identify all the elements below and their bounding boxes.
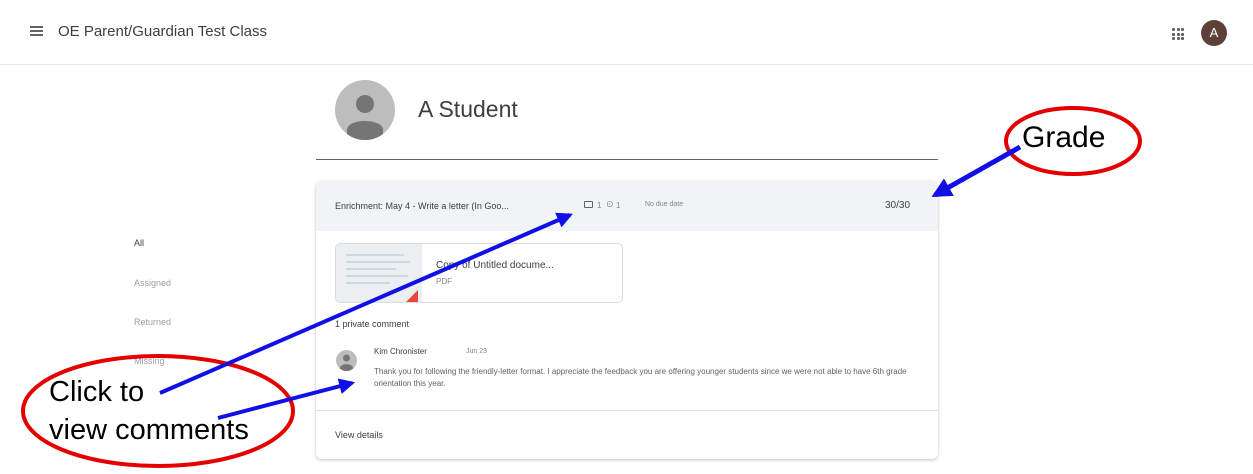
attachment-title: Copy of Untitled docume...	[436, 260, 554, 271]
apps-grid-icon[interactable]	[1172, 28, 1184, 40]
person-icon	[340, 354, 353, 371]
class-title[interactable]: OE Parent/Guardian Test Class	[58, 23, 267, 40]
comment-count: 1	[597, 201, 602, 210]
attachment-count: 1	[616, 201, 621, 210]
due-date: No due date	[645, 201, 684, 208]
sidebar-item-returned[interactable]: Returned	[134, 317, 171, 327]
comment-author: Kim Chronister	[374, 347, 427, 356]
hamburger-menu-icon[interactable]	[30, 26, 43, 36]
grade-value: 30/30	[885, 200, 911, 211]
divider	[316, 159, 938, 160]
attachment-type: PDF	[436, 277, 452, 286]
arrow-to-grade	[931, 144, 1022, 198]
view-details-link[interactable]: View details	[335, 430, 383, 440]
grade-annotation-label: Grade	[1022, 121, 1106, 154]
comment-date: Jun 23	[466, 348, 488, 355]
comments-annotation-line2: view comments	[49, 414, 249, 446]
attachment-icon: ⊙	[606, 199, 614, 209]
top-app-bar: OE Parent/Guardian Test Class A	[0, 0, 1253, 65]
person-icon	[347, 95, 383, 140]
attachment-card[interactable]: Copy of Untitled docume... PDF	[335, 243, 623, 303]
commenter-avatar	[336, 350, 357, 371]
divider	[316, 410, 938, 411]
comment-text: Thank you for following the friendly-let…	[374, 367, 907, 388]
comment-icon[interactable]	[584, 201, 593, 208]
pdf-icon	[406, 290, 418, 302]
attachment-thumbnail	[336, 244, 422, 302]
account-avatar[interactable]: A	[1201, 20, 1227, 46]
assignment-card: Enrichment: May 4 - Write a letter (In G…	[316, 181, 938, 459]
student-name: A Student	[418, 96, 518, 122]
sidebar-item-assigned[interactable]: Assigned	[134, 278, 171, 288]
comments-annotation-line1: Click to	[49, 376, 145, 408]
private-comments-label: 1 private comment	[335, 319, 410, 329]
assignment-header[interactable]: Enrichment: May 4 - Write a letter (In G…	[316, 181, 938, 231]
sidebar-item-missing[interactable]: Missing	[134, 356, 165, 366]
sidebar-item-all[interactable]: All	[134, 238, 144, 248]
student-avatar	[335, 80, 395, 140]
comments-ellipse	[21, 354, 295, 468]
assignment-title[interactable]: Enrichment: May 4 - Write a letter (In G…	[335, 201, 509, 211]
